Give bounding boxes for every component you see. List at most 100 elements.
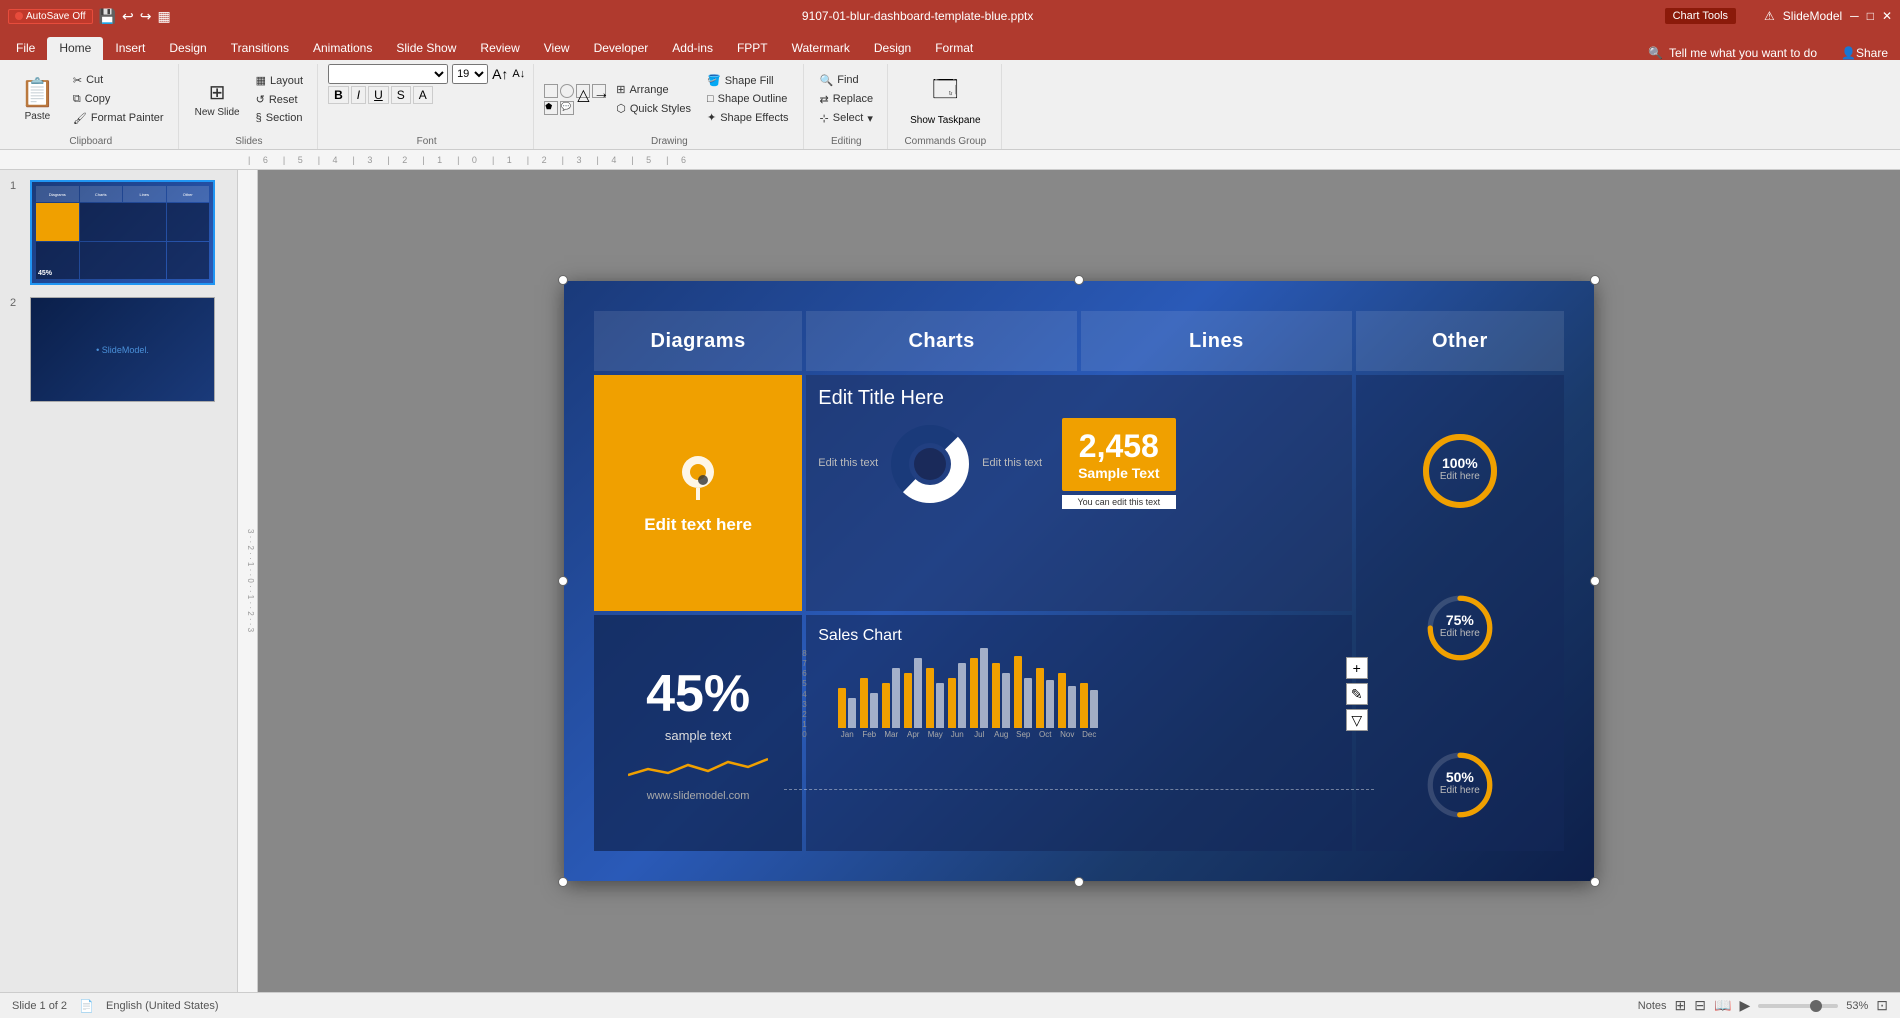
shape-circle[interactable] [560, 84, 574, 98]
new-slide-button[interactable]: ⊞ New Slide [189, 76, 246, 122]
arrange-button[interactable]: ⊞ Arrange [610, 81, 697, 98]
shape-callout[interactable]: 💬 [560, 101, 574, 115]
tab-format-ct[interactable]: Format [923, 37, 985, 60]
diagrams-top-cell[interactable]: Edit text here [594, 375, 802, 611]
bar-may: May [926, 668, 944, 739]
redo-icon[interactable]: ↪ [140, 8, 152, 25]
tab-slideshow[interactable]: Slide Show [384, 37, 468, 60]
y4: 4 [802, 690, 806, 699]
minimize-icon[interactable]: ─ [1850, 9, 1859, 23]
maximize-icon[interactable]: □ [1867, 9, 1874, 23]
bold-button[interactable]: B [328, 86, 349, 104]
format-painter-button[interactable]: 🖌 Format Painter [67, 110, 170, 127]
tab-developer[interactable]: Developer [582, 37, 661, 60]
handle-mr[interactable] [1590, 576, 1600, 586]
shape-fill-button[interactable]: 🪣 Shape Fill [701, 72, 795, 89]
bar-label-nov: Nov [1060, 730, 1074, 739]
chart-right-label: Edit this text [982, 456, 1042, 470]
mini-slidemodel-label: • SlideModel. [96, 345, 149, 355]
slidemodel-label: SlideModel [1783, 9, 1842, 23]
shrink-font-icon[interactable]: A↓ [512, 68, 525, 80]
font-bottom-row: B I U S A [328, 86, 433, 104]
tab-animations[interactable]: Animations [301, 37, 384, 60]
replace-button[interactable]: ⇄ Replace [814, 91, 880, 108]
slide-thumb-2[interactable]: 2 • SlideModel. [8, 295, 229, 404]
notes-button[interactable]: Notes [1638, 1000, 1667, 1012]
strikethrough-button[interactable]: S [391, 86, 411, 104]
handle-ml[interactable] [558, 576, 568, 586]
handle-bl[interactable] [558, 877, 568, 887]
layout-button[interactable]: ▦ Layout [250, 72, 309, 89]
canvas-area[interactable]: Diagrams Charts Lines Other [258, 170, 1900, 992]
header-charts: Charts [806, 311, 1077, 371]
tab-view[interactable]: View [532, 37, 582, 60]
shape-rect[interactable] [544, 84, 558, 98]
slide-sorter-icon[interactable]: ⊟ [1694, 997, 1706, 1014]
zoom-slider[interactable] [1758, 1004, 1838, 1008]
tab-design-ct[interactable]: Design [862, 37, 923, 60]
handle-br[interactable] [1590, 877, 1600, 887]
slide-thumb-1[interactable]: 1 Diagrams Charts Lines Other [8, 178, 229, 287]
fit-window-icon[interactable]: ⊡ [1876, 997, 1888, 1014]
presentation-icon[interactable]: ▶ [1739, 997, 1750, 1014]
tab-addins[interactable]: Add-ins [660, 37, 725, 60]
chart-add-button[interactable]: + [1346, 657, 1368, 679]
select-button[interactable]: ⊹ Select▾ [814, 110, 880, 127]
tab-transitions[interactable]: Transitions [219, 37, 301, 60]
reset-button[interactable]: ↺ Reset [250, 91, 309, 108]
chart-style-button[interactable]: ✎ [1346, 683, 1368, 705]
shape-arrow[interactable]: → [592, 84, 606, 98]
tell-me-box[interactable]: 🔍 Tell me what you want to do [1636, 46, 1829, 60]
italic-button[interactable]: I [351, 86, 366, 104]
y1: 1 [802, 720, 806, 729]
underline-button[interactable]: U [368, 86, 389, 104]
chart-filter-button[interactable]: ▽ [1346, 709, 1368, 731]
quick-styles-button[interactable]: ⬡ Quick Styles [610, 100, 697, 117]
find-button[interactable]: 🔍 Find [814, 72, 880, 89]
cut-button[interactable]: ✂ Cut [67, 72, 170, 89]
tab-watermark[interactable]: Watermark [780, 37, 862, 60]
handle-tm[interactable] [1074, 275, 1084, 285]
font-family-select[interactable] [328, 64, 448, 84]
share-button[interactable]: 👤 Share [1829, 46, 1900, 60]
bar-oct-pair [1036, 668, 1054, 728]
tab-insert[interactable]: Insert [103, 37, 157, 60]
normal-view-icon[interactable]: ⊞ [1675, 997, 1687, 1014]
reset-label: Reset [269, 94, 298, 106]
handle-bm[interactable] [1074, 877, 1084, 887]
other-column: 100% Edit here 75% Edit here [1356, 375, 1564, 851]
zoom-thumb[interactable] [1810, 1000, 1822, 1012]
paste-button[interactable]: 📋 Paste [12, 72, 63, 126]
copy-button[interactable]: ⧉ Copy [67, 91, 170, 108]
shape-effects-button[interactable]: ✦ Shape Effects [701, 109, 795, 126]
find-icon: 🔍 [820, 74, 834, 87]
show-taskpane-button[interactable]: 🗔 Show Taskpane [898, 68, 992, 130]
undo-icon[interactable]: ↩ [122, 8, 134, 25]
font-size-select[interactable]: 19 [452, 64, 488, 84]
tab-fppt[interactable]: FPPT [725, 37, 780, 60]
taskpane-label: Show Taskpane [910, 115, 980, 126]
bar-mar-2 [892, 668, 900, 728]
bar-nov: Nov [1058, 673, 1076, 739]
close-icon[interactable]: ✕ [1882, 9, 1892, 23]
shape-outline-button[interactable]: □ Shape Outline [701, 91, 795, 107]
save-icon[interactable]: 💾 [99, 8, 116, 25]
shape-misc[interactable]: ⬟ [544, 101, 558, 115]
handle-tr[interactable] [1590, 275, 1600, 285]
header-other: Other [1356, 311, 1564, 371]
tab-home[interactable]: Home [47, 37, 103, 60]
grow-font-icon[interactable]: A↑ [492, 66, 508, 82]
reading-view-icon[interactable]: 📖 [1714, 997, 1731, 1014]
tab-review[interactable]: Review [468, 37, 531, 60]
tab-file[interactable]: File [4, 37, 47, 60]
language-label: English (United States) [106, 1000, 219, 1012]
autosave-button[interactable]: AutoSave Off [8, 9, 93, 24]
font-color-button[interactable]: A [413, 86, 433, 104]
handle-tl[interactable] [558, 275, 568, 285]
tab-design[interactable]: Design [157, 37, 218, 60]
section-button[interactable]: § Section [250, 110, 309, 126]
y0: 0 [802, 730, 806, 739]
present-icon[interactable]: ▦ [157, 8, 170, 25]
shape-triangle[interactable]: △ [576, 84, 590, 98]
horizontal-ruler: | 6 | 5 | 4 | 3 | 2 | 1 | 0 | 1 | 2 | 3 … [0, 150, 1900, 170]
